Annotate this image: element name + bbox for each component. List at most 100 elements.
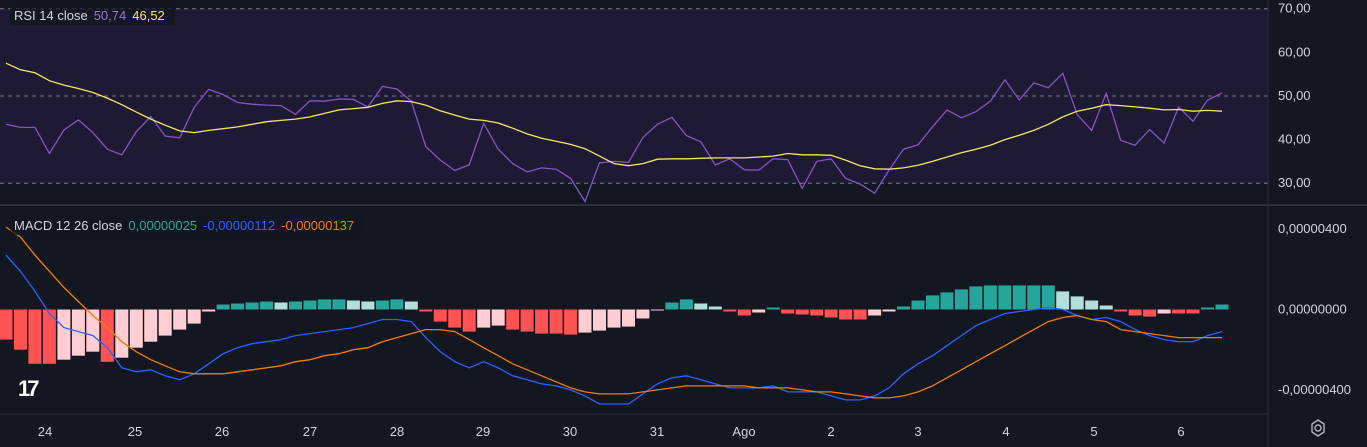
macd-histogram-bar[interactable] — [535, 309, 549, 334]
x-tick-label: 24 — [38, 424, 52, 439]
macd-histogram-bar[interactable] — [622, 309, 635, 327]
macd-histogram-bar[interactable] — [911, 300, 925, 310]
macd-histogram-bar[interactable] — [578, 309, 592, 333]
macd-histogram-bar[interactable] — [346, 300, 360, 310]
macd-histogram-bar[interactable] — [1186, 309, 1200, 314]
macd-histogram-bar[interactable] — [115, 309, 129, 358]
macd-line-legend-value: -0,00000112 — [203, 218, 276, 233]
macd-histogram-bar[interactable] — [795, 309, 809, 315]
macd-histogram-bar[interactable] — [318, 299, 331, 310]
macd-histogram-bar[interactable] — [868, 309, 882, 316]
macd-histogram-bar[interactable] — [173, 309, 187, 330]
macd-histogram-bar[interactable] — [766, 307, 780, 310]
x-tick-label: 31 — [650, 424, 664, 439]
macd-histogram-bar[interactable] — [303, 300, 317, 310]
macd-histogram-bar[interactable] — [390, 299, 404, 310]
macd-histogram-bar[interactable] — [708, 306, 722, 310]
macd-histogram-bar[interactable] — [781, 309, 795, 314]
x-tick-label: 28 — [390, 424, 404, 439]
macd-histogram-bar[interactable] — [1070, 296, 1084, 310]
gear-icon[interactable] — [1308, 418, 1328, 438]
macd-histogram-bar[interactable] — [694, 303, 708, 310]
rsi-legend-title: RSI 14 close — [14, 8, 88, 23]
macd-histogram-bar[interactable] — [477, 309, 491, 328]
macd-signal-legend-value: -0,00000137 — [281, 218, 355, 233]
macd-histogram-bar[interactable] — [983, 285, 997, 310]
macd-histogram-bar[interactable] — [202, 309, 216, 312]
macd-histogram-bar[interactable] — [1172, 309, 1186, 314]
macd-histogram-bar[interactable] — [954, 289, 968, 310]
macd-histogram-bar[interactable] — [824, 309, 838, 318]
macd-histogram-bar[interactable] — [752, 309, 766, 313]
macd-histogram-bar[interactable] — [665, 302, 679, 310]
macd-histogram-bar[interactable] — [332, 299, 346, 310]
macd-histogram-bar[interactable] — [216, 304, 230, 310]
macd-histogram-bar[interactable] — [636, 309, 650, 319]
macd-histogram-bar[interactable] — [564, 309, 578, 335]
macd-histogram-bar[interactable] — [1128, 309, 1142, 316]
macd-histogram-bar[interactable] — [14, 309, 27, 350]
macd-histogram-bar[interactable] — [810, 309, 824, 316]
rsi-legend[interactable]: RSI 14 close 50,74 46,52 — [10, 6, 175, 25]
rsi-pane[interactable] — [0, 8, 1268, 203]
macd-histogram-bar[interactable] — [1143, 309, 1157, 317]
macd-histogram-bar[interactable] — [187, 309, 201, 324]
macd-histogram-bar[interactable] — [433, 309, 447, 322]
macd-histogram-bar[interactable] — [940, 292, 954, 310]
macd-histogram-bar[interactable] — [723, 309, 737, 312]
rsi-price-axis[interactable]: 70,00 60,00 50,00 40,00 30,00 — [1278, 1, 1311, 190]
macd-histogram-bar[interactable] — [737, 309, 751, 316]
macd-histogram-bar[interactable] — [1114, 309, 1128, 312]
macd-histogram-bar[interactable] — [129, 309, 143, 348]
macd-histogram-bar[interactable] — [375, 300, 389, 310]
macd-histogram-bar[interactable] — [969, 286, 983, 310]
macd-histogram-bar[interactable] — [1201, 307, 1214, 310]
macd-histogram-bar[interactable] — [448, 309, 462, 328]
macd-histogram-bar[interactable] — [158, 309, 172, 336]
macd-histogram-bar[interactable] — [260, 301, 274, 310]
macd-histogram-bar[interactable] — [361, 301, 375, 310]
macd-histogram-bar[interactable] — [1157, 309, 1171, 314]
macd-histogram-bar[interactable] — [491, 309, 505, 326]
macd-histogram-bar[interactable] — [245, 302, 259, 310]
macd-histogram-bar[interactable] — [882, 309, 896, 312]
macd-histogram-bar[interactable] — [998, 285, 1012, 310]
macd-histogram-bar[interactable] — [144, 309, 158, 342]
macd-histogram-bar[interactable] — [1085, 300, 1099, 310]
macd-histogram-bar[interactable] — [607, 309, 621, 328]
macd-histogram-bar[interactable] — [853, 309, 867, 320]
time-axis[interactable]: 24 25 26 27 28 29 30 31 Ago 2 3 4 5 6 — [38, 424, 1185, 439]
macd-histogram-bar[interactable] — [419, 309, 433, 312]
macd-histogram-bar[interactable] — [1215, 304, 1229, 310]
rsi-y-tick-label: 70,00 — [1278, 1, 1311, 16]
macd-histogram-bar[interactable] — [274, 302, 288, 310]
macd-histogram-bar[interactable] — [839, 309, 853, 320]
macd-histogram-bar[interactable] — [0, 309, 13, 340]
macd-histogram-bar[interactable] — [404, 301, 418, 310]
macd-legend[interactable]: MACD 12 26 close 0,00000025 -0,00000112 -0,… — [10, 216, 365, 235]
macd-histogram-bar[interactable] — [679, 299, 693, 310]
macd-histogram-bar[interactable] — [231, 303, 245, 310]
macd-histogram-bar[interactable] — [1012, 285, 1026, 310]
macd-histogram-bar[interactable] — [1056, 291, 1070, 310]
x-tick-label: 2 — [827, 424, 834, 439]
macd-histogram-bar[interactable] — [57, 309, 71, 360]
x-tick-label: 4 — [1002, 424, 1009, 439]
macd-histogram-bar[interactable] — [1099, 305, 1113, 310]
macd-histogram-bar[interactable] — [1027, 285, 1041, 310]
macd-histogram-bar[interactable] — [650, 309, 664, 311]
macd-histogram-bar[interactable] — [506, 309, 520, 330]
macd-histogram-bar[interactable] — [462, 309, 476, 332]
macd-histogram-bar[interactable] — [1041, 285, 1055, 310]
macd-histogram-bar[interactable] — [593, 309, 606, 331]
tradingview-logo-icon[interactable]: 17 — [18, 376, 40, 402]
macd-histogram-bar[interactable] — [289, 301, 302, 310]
macd-price-axis[interactable]: 0,00000400 0,00000000 -0,00000400 — [1278, 221, 1351, 397]
macd-pane[interactable] — [0, 226, 1229, 405]
macd-histogram-bar[interactable] — [520, 309, 534, 332]
macd-histogram-bar[interactable] — [897, 306, 910, 310]
macd-histogram-bar[interactable] — [926, 295, 939, 310]
macd-histogram-bar[interactable] — [28, 309, 42, 364]
macd-histogram-bar[interactable] — [549, 309, 563, 334]
macd-line[interactable] — [5, 254, 1223, 405]
